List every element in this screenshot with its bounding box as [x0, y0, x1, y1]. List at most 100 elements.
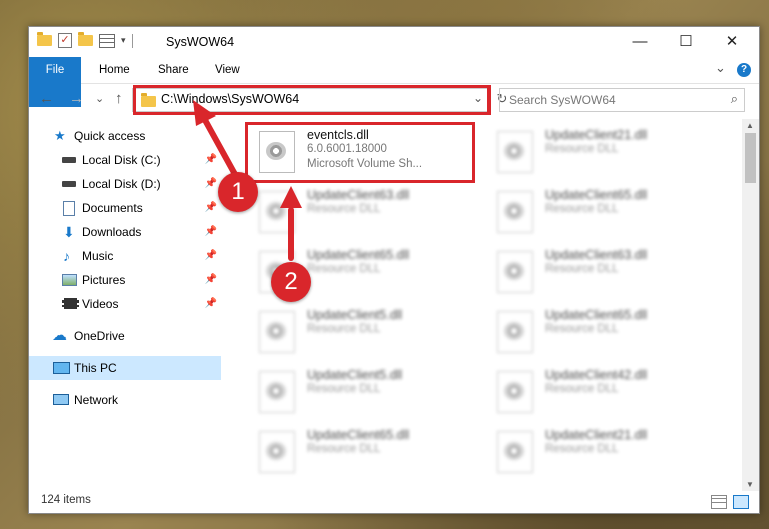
file-item[interactable]: UpdateClient65.dll Resource DLL — [487, 183, 717, 233]
scrollbar-thumb[interactable] — [745, 133, 756, 183]
toolbar-separator — [131, 33, 133, 48]
dll-file-icon — [497, 191, 533, 233]
file-item[interactable]: UpdateClient5.dll Resource DLL — [249, 363, 479, 413]
search-input[interactable]: Search SysWOW64 ⌕ — [499, 88, 745, 112]
pin-icon: 📌 — [204, 178, 217, 189]
file-description: Resource DLL — [307, 263, 381, 275]
recent-locations-chevron-icon[interactable]: ⌄ — [95, 92, 104, 105]
pin-icon: 📌 — [204, 298, 217, 309]
dll-file-icon — [497, 431, 533, 473]
search-placeholder: Search SysWOW64 — [509, 93, 616, 107]
cloud-icon: ☁ — [52, 327, 67, 344]
navigation-pane: ★ Quick access Local Disk (C:) 📌 Local D… — [29, 121, 221, 491]
file-item[interactable]: UpdateClient65.dll Resource DLL — [249, 423, 479, 473]
file-name: UpdateClient65.dll — [307, 248, 410, 262]
minimize-button[interactable]: — — [617, 27, 663, 57]
file-name: UpdateClient65.dll — [545, 188, 648, 202]
nav-onedrive[interactable]: ☁ OneDrive — [29, 324, 221, 348]
nav-pictures[interactable]: Pictures 📌 — [29, 268, 221, 292]
tab-share[interactable]: Share — [148, 57, 199, 83]
close-button[interactable]: ✕ — [709, 27, 755, 57]
download-icon: ⬇ — [63, 224, 75, 240]
file-item[interactable]: UpdateClient63.dll Resource DLL — [249, 183, 479, 233]
dll-file-icon — [259, 311, 295, 353]
nav-quick-access[interactable]: ★ Quick access — [29, 124, 221, 148]
back-arrow-icon[interactable]: ← — [39, 90, 54, 107]
dll-file-icon — [497, 371, 533, 413]
folder-icon[interactable] — [37, 32, 52, 46]
nav-label: Local Disk (D:) — [82, 177, 161, 191]
file-name: UpdateClient65.dll — [545, 308, 648, 322]
tab-view[interactable]: View — [205, 57, 250, 83]
scroll-up-arrow-icon[interactable]: ▲ — [746, 121, 754, 130]
dll-file-icon — [497, 131, 533, 173]
file-description: Resource DLL — [545, 323, 619, 335]
drive-icon — [62, 157, 76, 163]
nav-label: This PC — [74, 361, 117, 375]
nav-label: OneDrive — [74, 329, 125, 343]
nav-label: Pictures — [82, 273, 126, 287]
forward-arrow-icon[interactable]: → — [69, 90, 84, 107]
file-description: Resource DLL — [545, 443, 619, 455]
file-item[interactable]: UpdateClient5.dll Resource DLL — [249, 303, 479, 353]
ribbon: File Home Share View ⌄ ? — [29, 57, 759, 107]
refresh-highlight — [471, 85, 491, 115]
nav-local-disk-c[interactable]: Local Disk (C:) 📌 — [29, 148, 221, 172]
file-description: Resource DLL — [307, 383, 381, 395]
tab-home[interactable]: Home — [89, 57, 140, 83]
star-icon: ★ — [54, 128, 66, 143]
status-bar: 124 items — [29, 489, 759, 513]
vertical-scrollbar[interactable]: ▲ ▼ — [742, 119, 759, 491]
file-item[interactable]: UpdateClient42.dll Resource DLL — [487, 363, 717, 413]
maximize-button[interactable]: ☐ — [663, 27, 709, 57]
file-item[interactable]: UpdateClient65.dll Resource DLL — [487, 303, 717, 353]
annotation-badge-1: 1 — [218, 172, 258, 212]
properties-check-icon[interactable]: ✓ — [58, 33, 72, 48]
dll-file-icon — [497, 251, 533, 293]
up-arrow-icon[interactable]: ↑ — [115, 90, 123, 107]
file-name: UpdateClient63.dll — [307, 188, 410, 202]
file-description: Resource DLL — [545, 263, 619, 275]
nav-this-pc[interactable]: This PC — [29, 356, 221, 380]
music-icon: ♪ — [63, 248, 70, 264]
large-icons-view-icon[interactable] — [733, 495, 749, 509]
drive-icon — [62, 181, 76, 187]
file-name: UpdateClient21.dll — [545, 128, 648, 142]
properties-icon[interactable] — [99, 33, 115, 48]
new-folder-icon[interactable] — [78, 32, 93, 46]
file-description: Resource DLL — [545, 203, 619, 215]
nav-label: Quick access — [74, 129, 146, 143]
nav-local-disk-d[interactable]: Local Disk (D:) 📌 — [29, 172, 221, 196]
details-view-icon[interactable] — [711, 495, 727, 509]
dll-file-icon — [259, 191, 295, 233]
nav-label: Videos — [82, 297, 119, 311]
nav-downloads[interactable]: ⬇ Downloads 📌 — [29, 220, 221, 244]
file-item[interactable]: UpdateClient63.dll Resource DLL — [487, 243, 717, 293]
file-description: Resource DLL — [307, 203, 381, 215]
ribbon-expand-chevron-icon[interactable]: ⌄ — [715, 60, 726, 76]
network-icon — [53, 394, 69, 405]
nav-music[interactable]: ♪ Music 📌 — [29, 244, 221, 268]
nav-label: Local Disk (C:) — [82, 153, 161, 167]
search-icon: ⌕ — [730, 91, 738, 106]
pictures-icon — [62, 274, 77, 286]
customize-toolbar-chevron-icon[interactable]: ▾ — [121, 35, 126, 46]
pin-icon: 📌 — [204, 226, 217, 237]
pin-icon: 📌 — [204, 202, 217, 213]
file-description: Resource DLL — [545, 143, 619, 155]
nav-label: Documents — [82, 201, 143, 215]
help-icon[interactable]: ? — [737, 63, 751, 77]
pin-icon: 📌 — [204, 154, 217, 165]
file-name: UpdateClient42.dll — [545, 368, 648, 382]
file-item[interactable]: UpdateClient21.dll Resource DLL — [487, 423, 717, 473]
nav-videos[interactable]: Videos 📌 — [29, 292, 221, 316]
annotation-badge-2: 2 — [271, 262, 311, 302]
nav-network[interactable]: Network — [29, 388, 221, 412]
explorer-window: ✓ ▾ SysWOW64 — ☐ ✕ File Home Share View … — [28, 26, 760, 514]
scroll-down-arrow-icon[interactable]: ▼ — [746, 480, 754, 489]
nav-documents[interactable]: Documents 📌 — [29, 196, 221, 220]
address-bar-highlight — [133, 85, 490, 115]
dll-file-icon — [259, 431, 295, 473]
item-count: 124 items — [41, 494, 91, 506]
file-item[interactable]: UpdateClient21.dll Resource DLL — [487, 123, 717, 173]
